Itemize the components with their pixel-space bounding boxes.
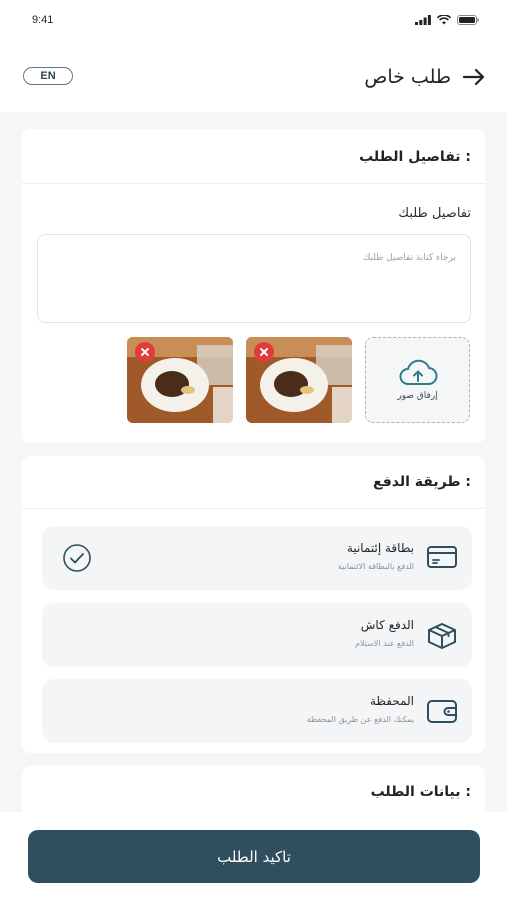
page-title: طلب خاص (364, 66, 451, 88)
check-circle-icon (63, 544, 91, 572)
payment-option-subtitle: يمكنك الدفع عن طريق المحفظة (306, 715, 414, 724)
cloud-upload-icon (399, 359, 437, 385)
language-toggle-button[interactable]: EN (23, 67, 73, 85)
payment-option-title: المحفظة (369, 694, 414, 708)
cash-box-icon (428, 623, 456, 649)
order-details-textarea[interactable] (37, 234, 471, 323)
divider (22, 183, 485, 184)
payment-method-card: : طريقة الدفع بطاقة إئتمانية الدفع بالبط… (22, 456, 485, 753)
status-bar: 9:41 (0, 0, 507, 40)
order-details-field-label: تفاصيل طلبك (398, 206, 471, 221)
payment-option-cash[interactable]: الدفع كاش الدفع عند الاستلام (42, 603, 472, 667)
battery-icon (457, 15, 479, 25)
order-data-title: : بيانات الطلب (370, 784, 471, 800)
order-details-title: : تفاصيل الطلب (359, 149, 471, 165)
payment-option-wallet[interactable]: المحفظة يمكنك الدفع عن طريق المحفظة (42, 679, 472, 743)
confirm-order-button[interactable]: تاكيد الطلب (28, 830, 480, 883)
footer-bar: تاكيد الطلب (0, 812, 507, 900)
remove-photo-button[interactable] (135, 342, 155, 362)
status-icons (415, 15, 479, 25)
payment-option-subtitle: الدفع بالبطاقة الائتمانية (337, 562, 414, 571)
close-icon (141, 348, 149, 356)
payment-option-title: بطاقة إئتمانية (346, 541, 414, 555)
credit-card-icon (427, 546, 457, 568)
attach-photos-button[interactable]: إرفاق صور (365, 337, 470, 423)
remove-photo-button[interactable] (254, 342, 274, 362)
attached-photo (246, 337, 352, 423)
app-header: EN طلب خاص (0, 40, 507, 112)
divider (22, 508, 485, 509)
payment-option-subtitle: الدفع عند الاستلام (354, 639, 414, 648)
attach-photos-label: إرفاق صور (397, 391, 438, 401)
signal-icon (415, 15, 431, 25)
payment-option-credit-card[interactable]: بطاقة إئتمانية الدفع بالبطاقة الائتمانية (42, 526, 472, 590)
status-time: 9:41 (32, 14, 54, 26)
wallet-icon (427, 700, 457, 723)
back-arrow-icon[interactable] (463, 68, 485, 86)
payment-option-title: الدفع كاش (360, 618, 414, 632)
payment-method-title: : طريقة الدفع (373, 474, 471, 490)
wifi-icon (437, 15, 451, 25)
order-details-card: : تفاصيل الطلب تفاصيل طلبك إرفاق صور (22, 129, 485, 443)
attached-photo (127, 337, 233, 423)
close-icon (260, 348, 268, 356)
